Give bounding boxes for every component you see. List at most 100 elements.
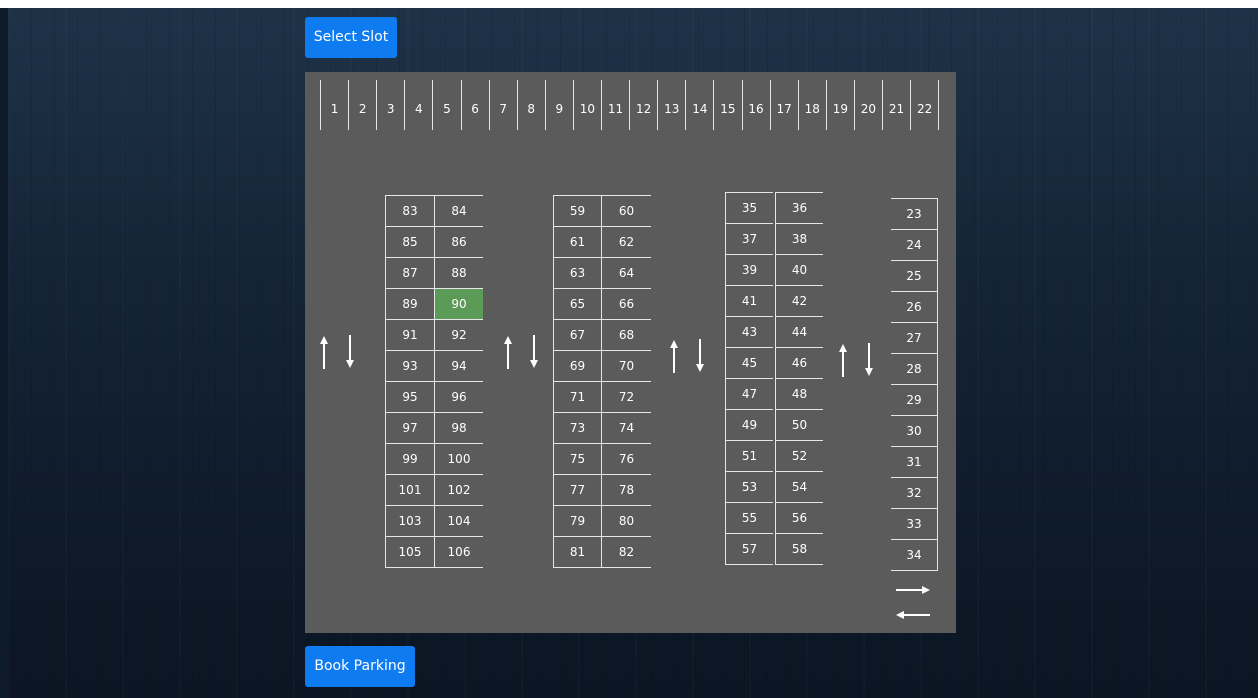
parking-slot[interactable]: 13 — [657, 80, 685, 130]
parking-slot[interactable]: 82 — [601, 537, 651, 568]
parking-slot[interactable]: 87 — [385, 258, 434, 289]
parking-slot[interactable]: 15 — [713, 80, 741, 130]
parking-slot[interactable]: 45 — [725, 348, 773, 379]
parking-slot[interactable]: 38 — [775, 224, 823, 255]
parking-slot[interactable]: 31 — [891, 447, 938, 478]
parking-slot[interactable]: 74 — [601, 413, 651, 444]
parking-slot[interactable]: 19 — [825, 80, 854, 130]
parking-slot[interactable]: 43 — [725, 317, 773, 348]
parking-slot[interactable]: 20 — [853, 80, 882, 130]
parking-slot[interactable]: 77 — [553, 475, 601, 506]
parking-slot[interactable]: 1 — [320, 80, 348, 130]
parking-slot[interactable]: 68 — [601, 320, 651, 351]
parking-slot[interactable]: 18 — [797, 80, 826, 130]
parking-slot[interactable]: 22 — [910, 80, 938, 130]
parking-slot[interactable]: 98 — [434, 413, 483, 444]
parking-slot[interactable]: 99 — [385, 444, 434, 475]
parking-slot[interactable]: 88 — [434, 258, 483, 289]
parking-slot[interactable]: 40 — [775, 255, 823, 286]
parking-slot[interactable]: 65 — [553, 289, 601, 320]
parking-slot[interactable]: 11 — [601, 80, 629, 130]
parking-slot[interactable]: 60 — [601, 196, 651, 227]
parking-slot[interactable]: 47 — [725, 379, 773, 410]
parking-slot[interactable]: 8 — [516, 80, 545, 130]
parking-slot[interactable]: 63 — [553, 258, 601, 289]
parking-slot[interactable]: 34 — [891, 540, 938, 571]
parking-slot[interactable]: 26 — [891, 292, 938, 323]
parking-slot[interactable]: 3 — [376, 80, 404, 130]
parking-slot[interactable]: 69 — [553, 351, 601, 382]
parking-slot[interactable]: 28 — [891, 354, 938, 385]
parking-slot[interactable]: 96 — [434, 382, 483, 413]
parking-slot[interactable]: 16 — [741, 80, 770, 130]
parking-slot[interactable]: 52 — [775, 441, 823, 472]
parking-slot[interactable]: 7 — [488, 80, 517, 130]
parking-slot[interactable]: 46 — [775, 348, 823, 379]
parking-slot[interactable]: 29 — [891, 385, 938, 416]
parking-slot[interactable]: 95 — [385, 382, 434, 413]
parking-slot[interactable]: 35 — [725, 193, 773, 224]
parking-slot[interactable]: 21 — [882, 80, 910, 130]
parking-slot[interactable]: 80 — [601, 506, 651, 537]
parking-slot[interactable]: 2 — [348, 80, 376, 130]
book-parking-button[interactable]: Book Parking — [305, 646, 415, 687]
parking-slot[interactable]: 48 — [775, 379, 823, 410]
parking-slot[interactable]: 6 — [460, 80, 489, 130]
parking-slot[interactable]: 97 — [385, 413, 434, 444]
parking-slot[interactable]: 4 — [404, 80, 432, 130]
parking-slot[interactable]: 51 — [725, 441, 773, 472]
parking-slot[interactable]: 91 — [385, 320, 434, 351]
parking-slot-selected[interactable]: 90 — [434, 289, 483, 320]
parking-slot[interactable]: 55 — [725, 503, 773, 534]
parking-slot[interactable]: 92 — [434, 320, 483, 351]
parking-slot[interactable]: 73 — [553, 413, 601, 444]
parking-slot[interactable]: 83 — [385, 196, 434, 227]
parking-slot[interactable]: 57 — [725, 534, 773, 565]
parking-slot[interactable]: 101 — [385, 475, 434, 506]
parking-slot[interactable]: 100 — [434, 444, 483, 475]
parking-slot[interactable]: 27 — [891, 323, 938, 354]
parking-slot[interactable]: 25 — [891, 261, 938, 292]
parking-slot[interactable]: 23 — [891, 199, 938, 230]
parking-slot[interactable]: 30 — [891, 416, 938, 447]
parking-slot[interactable]: 64 — [601, 258, 651, 289]
parking-slot[interactable]: 54 — [775, 472, 823, 503]
parking-slot[interactable]: 75 — [553, 444, 601, 475]
parking-slot[interactable]: 37 — [725, 224, 773, 255]
parking-slot[interactable]: 103 — [385, 506, 434, 537]
parking-slot[interactable]: 85 — [385, 227, 434, 258]
parking-slot[interactable]: 41 — [725, 286, 773, 317]
parking-slot[interactable]: 9 — [544, 80, 573, 130]
parking-slot[interactable]: 67 — [553, 320, 601, 351]
parking-slot[interactable]: 104 — [434, 506, 483, 537]
parking-slot[interactable]: 78 — [601, 475, 651, 506]
parking-slot[interactable]: 17 — [769, 80, 798, 130]
parking-slot[interactable]: 36 — [775, 193, 823, 224]
parking-slot[interactable]: 79 — [553, 506, 601, 537]
parking-slot[interactable]: 42 — [775, 286, 823, 317]
parking-slot[interactable]: 44 — [775, 317, 823, 348]
select-slot-button[interactable]: Select Slot — [305, 17, 397, 58]
parking-slot[interactable]: 50 — [775, 410, 823, 441]
parking-slot[interactable]: 84 — [434, 196, 483, 227]
parking-slot[interactable]: 53 — [725, 472, 773, 503]
parking-slot[interactable]: 86 — [434, 227, 483, 258]
parking-slot[interactable]: 39 — [725, 255, 773, 286]
parking-slot[interactable]: 72 — [601, 382, 651, 413]
parking-slot[interactable]: 70 — [601, 351, 651, 382]
parking-slot[interactable]: 58 — [775, 534, 823, 565]
parking-slot[interactable]: 106 — [434, 537, 483, 568]
parking-slot[interactable]: 12 — [629, 80, 657, 130]
parking-slot[interactable]: 10 — [572, 80, 601, 130]
parking-slot[interactable]: 102 — [434, 475, 483, 506]
parking-slot[interactable]: 76 — [601, 444, 651, 475]
parking-slot[interactable]: 94 — [434, 351, 483, 382]
parking-slot[interactable]: 32 — [891, 478, 938, 509]
parking-slot[interactable]: 49 — [725, 410, 773, 441]
parking-slot[interactable]: 5 — [432, 80, 460, 130]
parking-slot[interactable]: 105 — [385, 537, 434, 568]
parking-slot[interactable]: 89 — [385, 289, 434, 320]
parking-slot[interactable]: 61 — [553, 227, 601, 258]
parking-slot[interactable]: 71 — [553, 382, 601, 413]
parking-slot[interactable]: 66 — [601, 289, 651, 320]
